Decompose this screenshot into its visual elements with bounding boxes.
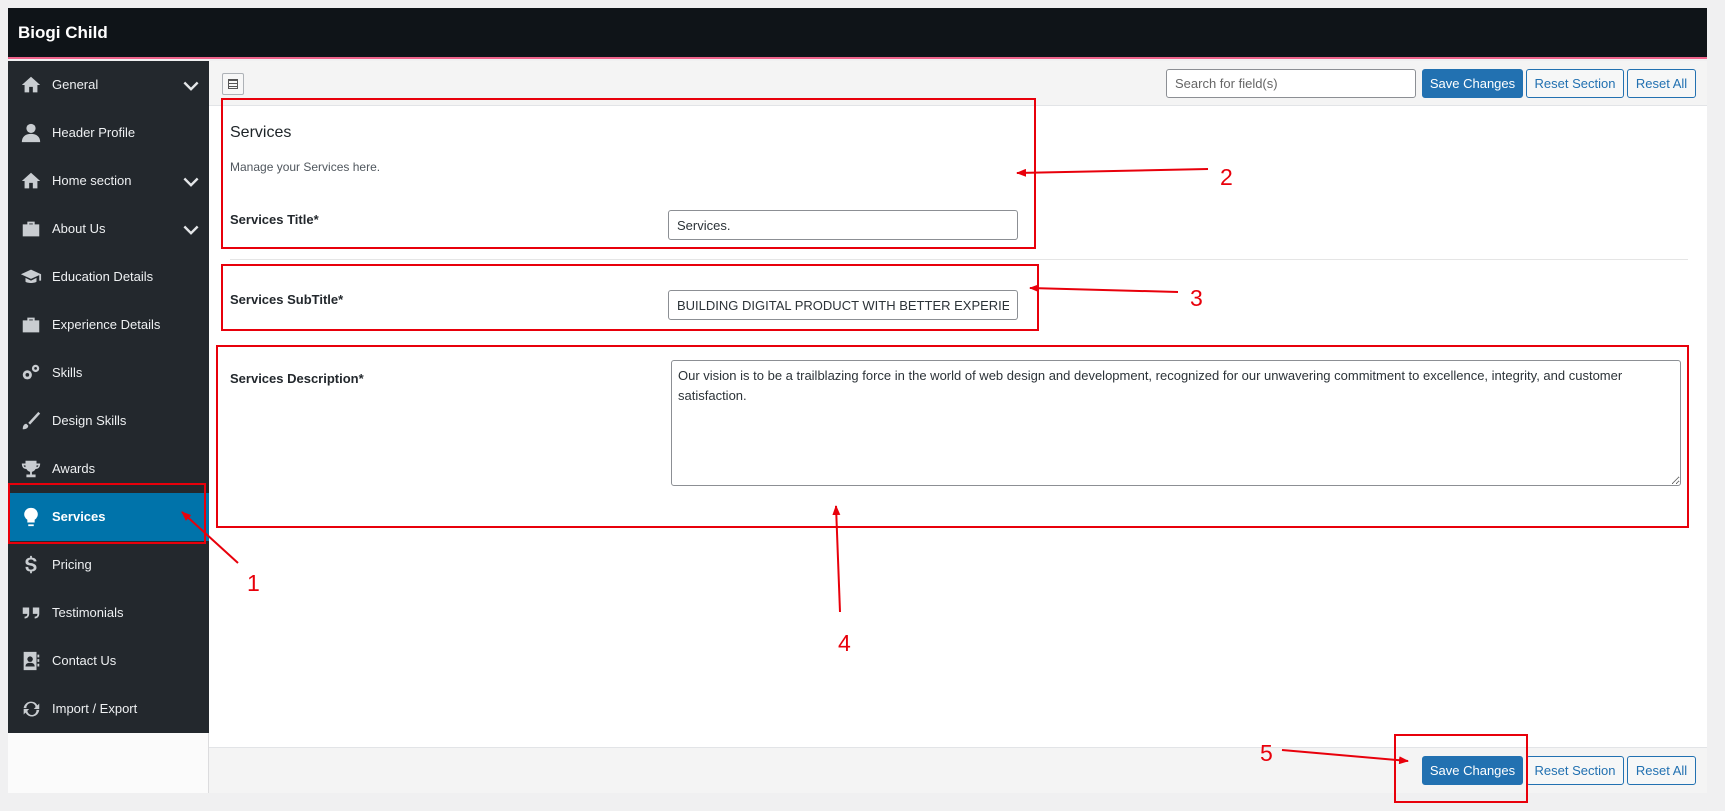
address-book-icon — [20, 650, 42, 672]
sidebar-item-label: Testimonials — [52, 605, 124, 620]
sidebar-item-label: Import / Export — [52, 701, 138, 716]
sidebar-item-label: Services — [52, 509, 106, 524]
annotation-number-1: 1 — [247, 570, 260, 596]
sidebar-item-label: Design Skills — [52, 413, 127, 428]
options-toolbar: Save Changes Reset Section Reset All — [209, 61, 1707, 106]
services-description-label: Services Description* — [230, 371, 364, 386]
user-icon — [20, 122, 42, 144]
refresh-icon — [20, 698, 42, 720]
reset-all-button[interactable]: Reset All — [1627, 69, 1696, 98]
sidebar-item-design-skills[interactable]: Design Skills — [8, 397, 209, 445]
chevron-down-icon[interactable] — [181, 219, 201, 239]
trophy-icon — [20, 458, 42, 480]
reset-section-button[interactable]: Reset Section — [1526, 69, 1624, 98]
graduation-cap-icon — [20, 266, 42, 288]
sidebar: General Header Profile Home section Abou… — [8, 61, 209, 733]
services-title-label: Services Title* — [230, 212, 319, 227]
app-title: Biogi Child — [18, 23, 108, 42]
field-divider — [230, 259, 1688, 260]
chevron-down-icon[interactable] — [181, 75, 201, 95]
sidebar-item-label: Header Profile — [52, 125, 136, 140]
sidebar-item-services[interactable]: Services — [8, 493, 209, 541]
sidebar-item-label: General — [52, 77, 99, 92]
sidebar-item-header-profile[interactable]: Header Profile — [8, 109, 209, 157]
quote-icon — [20, 602, 42, 624]
search-input[interactable] — [1166, 69, 1416, 98]
sidebar-item-label: Pricing — [52, 557, 92, 572]
services-title-input[interactable] — [668, 210, 1018, 240]
sidebar-item-experience-details[interactable]: Experience Details — [8, 301, 209, 349]
list-icon — [228, 79, 238, 89]
section-title: Services — [230, 124, 292, 141]
expand-options-button[interactable] — [222, 73, 244, 95]
sidebar-item-about-us[interactable]: About Us — [8, 205, 209, 253]
sidebar-item-label: About Us — [52, 221, 106, 236]
sidebar-item-import-export[interactable]: Import / Export — [8, 685, 209, 733]
sidebar-item-awards[interactable]: Awards — [8, 445, 209, 493]
save-changes-button[interactable]: Save Changes — [1422, 69, 1523, 98]
options-panel: Save Changes Reset Section Reset All Ser… — [209, 61, 1707, 793]
top-bar: Biogi Child — [8, 8, 1707, 59]
sidebar-item-label: Contact Us — [52, 653, 117, 668]
sidebar-item-label: Awards — [52, 461, 96, 476]
options-footer: Save Changes Reset Section Reset All — [209, 747, 1707, 793]
chevron-down-icon[interactable] — [181, 171, 201, 191]
sidebar-item-pricing[interactable]: Pricing — [8, 541, 209, 589]
services-subtitle-label: Services SubTitle* — [230, 292, 344, 307]
annotation-number-4: 4 — [838, 630, 851, 656]
sidebar-item-general[interactable]: General — [8, 61, 209, 109]
annotation-number-3: 3 — [1190, 285, 1203, 311]
footer-save-changes-button[interactable]: Save Changes — [1422, 756, 1523, 785]
sidebar-item-testimonials[interactable]: Testimonials — [8, 589, 209, 637]
gears-icon — [20, 362, 42, 384]
sidebar-item-contact-us[interactable]: Contact Us — [8, 637, 209, 685]
dollar-icon — [20, 554, 42, 576]
brush-icon — [20, 410, 42, 432]
annotation-number-2: 2 — [1220, 164, 1233, 190]
sidebar-item-label: Experience Details — [52, 317, 161, 332]
sidebar-item-home-section[interactable]: Home section — [8, 157, 209, 205]
services-subtitle-input[interactable] — [668, 290, 1018, 320]
sidebar-item-skills[interactable]: Skills — [8, 349, 209, 397]
annotation-number-5: 5 — [1260, 740, 1273, 766]
sidebar-item-education-details[interactable]: Education Details — [8, 253, 209, 301]
services-description-textarea[interactable]: Our vision is to be a trailblazing force… — [671, 360, 1681, 486]
footer-reset-section-button[interactable]: Reset Section — [1526, 756, 1624, 785]
briefcase-icon — [20, 218, 42, 240]
footer-reset-all-button[interactable]: Reset All — [1627, 756, 1696, 785]
sidebar-item-label: Home section — [52, 173, 132, 188]
briefcase-icon — [20, 314, 42, 336]
sidebar-item-label: Education Details — [52, 269, 154, 284]
home-icon — [20, 74, 42, 96]
home-icon — [20, 170, 42, 192]
sidebar-item-label: Skills — [52, 365, 83, 380]
sidebar-footer — [8, 733, 209, 793]
section-description: Manage your Services here. — [230, 160, 381, 174]
lightbulb-icon — [20, 506, 42, 528]
